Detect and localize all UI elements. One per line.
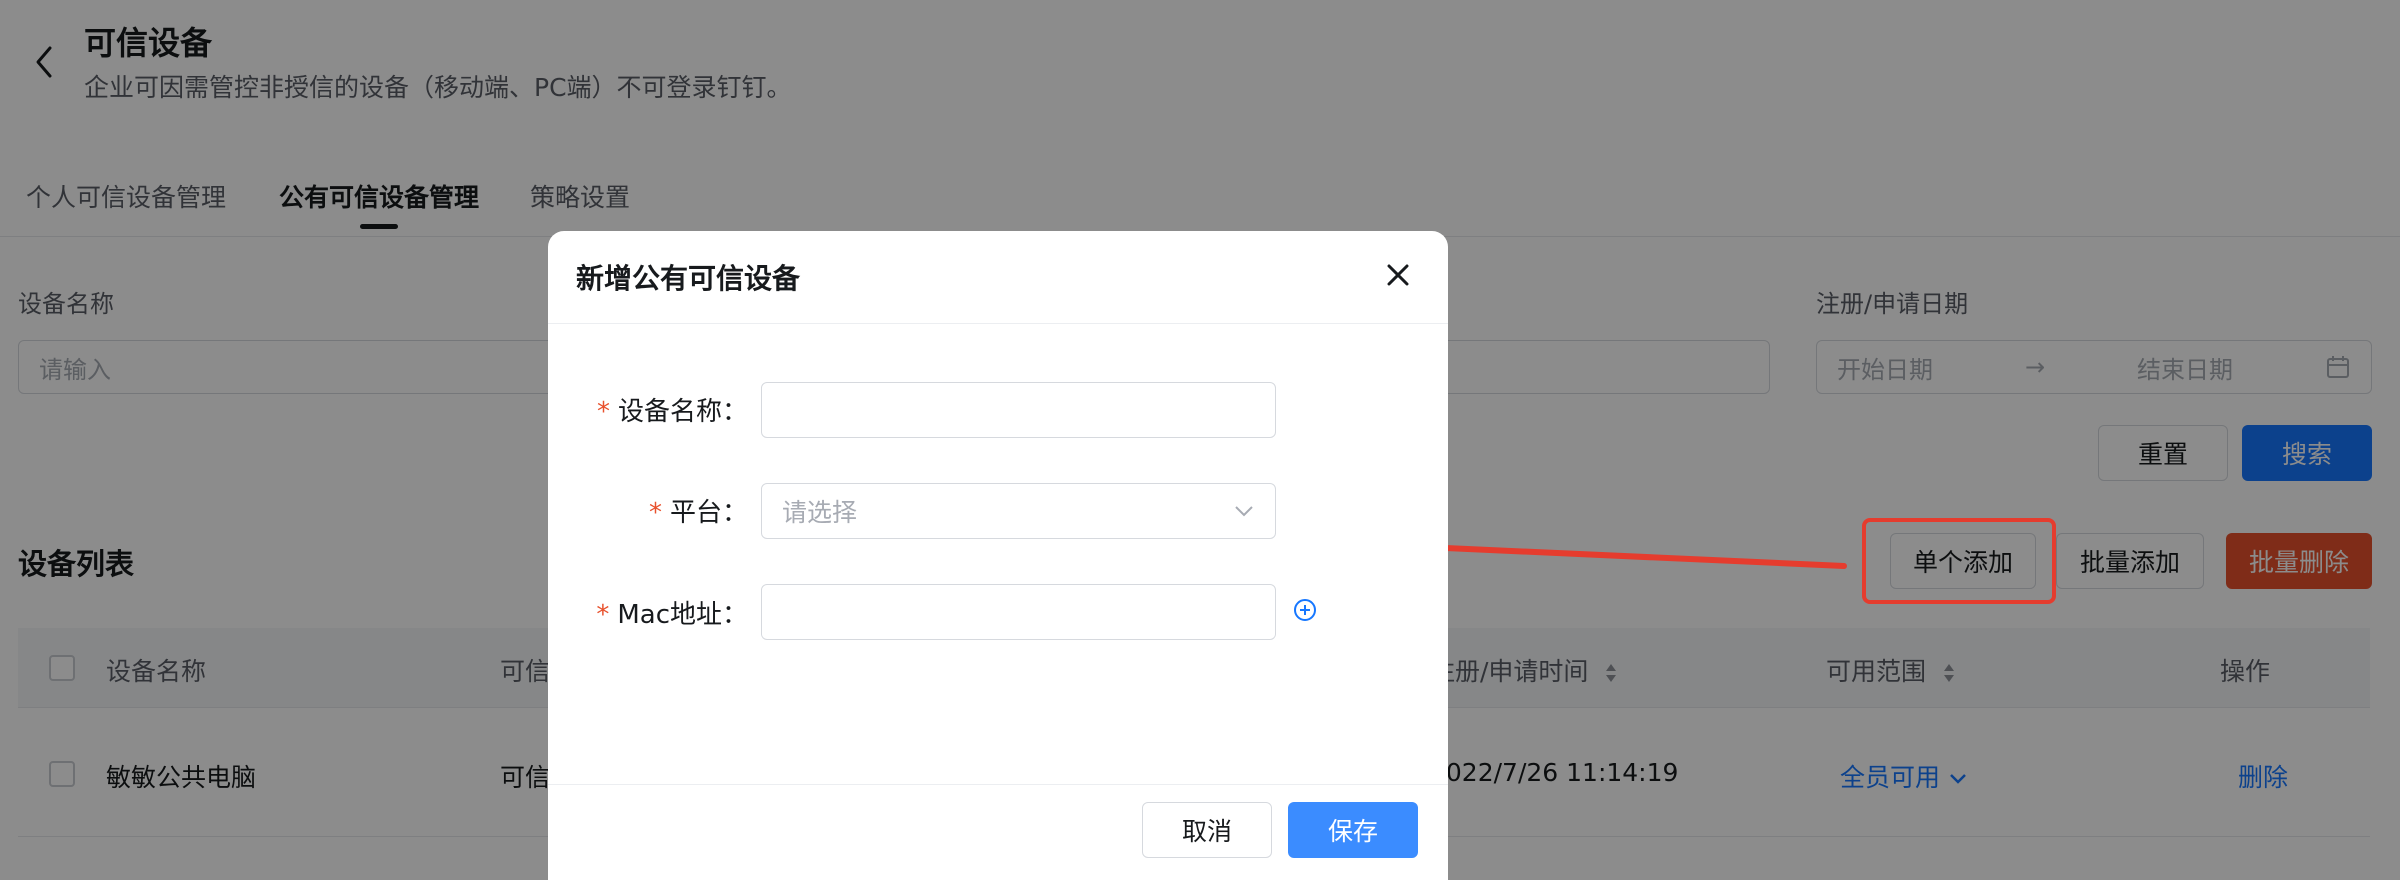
close-icon[interactable] <box>1384 261 1412 289</box>
add-circle-icon[interactable] <box>1293 598 1317 622</box>
platform-field-label-text: 平台： <box>669 498 748 528</box>
required-mark: * <box>596 397 610 427</box>
add-public-device-modal: 新增公有可信设备 * 设备名称： * 平台： 请选择 * Mac地址： 取消 保存 <box>548 231 1448 880</box>
device-name-field-label: * 设备名称： <box>568 391 748 428</box>
device-name-field-label-text: 设备名称： <box>617 397 748 427</box>
platform-select-placeholder: 请选择 <box>782 498 858 527</box>
platform-select[interactable]: 请选择 <box>761 483 1276 539</box>
chevron-down-icon <box>1235 506 1253 517</box>
cancel-button[interactable]: 取消 <box>1142 802 1272 858</box>
device-name-field[interactable] <box>761 382 1276 438</box>
modal-title: 新增公有可信设备 <box>576 262 801 295</box>
mac-field-label-text: Mac地址： <box>617 600 748 630</box>
modal-footer-divider <box>548 784 1448 785</box>
annotation-arrow-icon <box>1399 527 1847 569</box>
required-mark: * <box>596 600 610 630</box>
platform-field-label: * 平台： <box>568 492 748 529</box>
save-button[interactable]: 保存 <box>1288 802 1418 858</box>
required-mark: * <box>648 498 662 528</box>
annotation-highlight-box <box>1862 518 2056 604</box>
modal-header-divider <box>548 323 1448 324</box>
mac-address-field[interactable] <box>761 584 1276 640</box>
mac-field-label: * Mac地址： <box>568 594 748 631</box>
